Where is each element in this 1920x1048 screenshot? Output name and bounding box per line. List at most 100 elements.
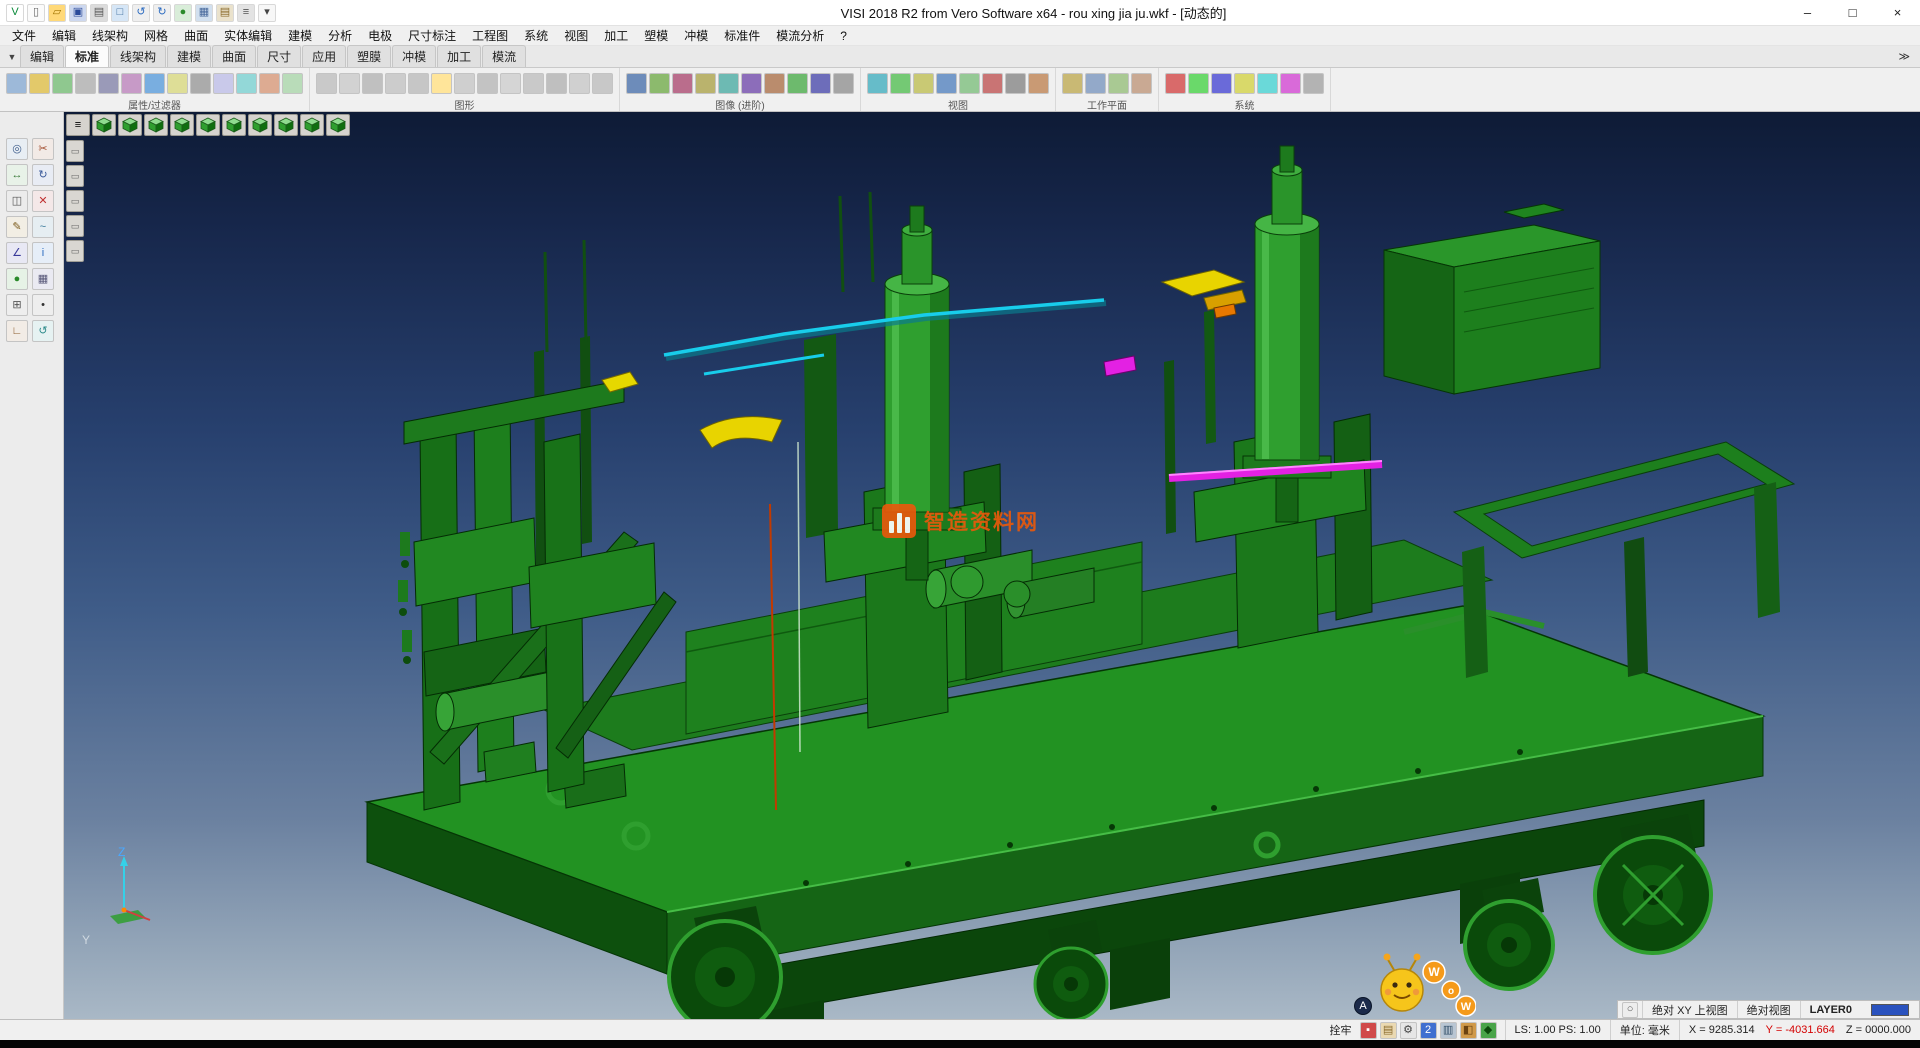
active-layer-label[interactable]: LAYER0 [1800, 1001, 1861, 1018]
cone-primitive-icon[interactable] [385, 73, 406, 94]
layer-filter-icon[interactable] [52, 73, 73, 94]
pager-icon[interactable]: ▭ [66, 140, 84, 162]
texture-icon[interactable] [649, 73, 670, 94]
view-bottom-icon[interactable] [248, 114, 272, 136]
pipe-icon[interactable] [500, 73, 521, 94]
view-menu-icon[interactable]: ≡ [66, 114, 90, 136]
view-iso-icon[interactable] [92, 114, 116, 136]
maximize-button[interactable]: □ [1830, 0, 1875, 26]
material-icon[interactable] [672, 73, 693, 94]
pager-icon[interactable]: ▭ [66, 165, 84, 187]
info-icon[interactable]: i [32, 242, 54, 264]
chamfer-icon[interactable] [592, 73, 613, 94]
quick-filter-icon[interactable] [259, 73, 280, 94]
print-status-icon[interactable]: ▥ [1440, 1022, 1457, 1039]
trim-icon[interactable]: ✂ [32, 138, 54, 160]
tab-dimension[interactable]: 尺寸 [257, 45, 301, 67]
dimension-icon[interactable]: ∠ [6, 242, 28, 264]
refresh-view-icon[interactable] [1028, 73, 1049, 94]
render-mode-icon[interactable]: ▦ [195, 4, 213, 22]
sketch-icon[interactable]: ✎ [6, 216, 28, 238]
pin-status-icon[interactable]: ▪ [1360, 1022, 1377, 1039]
print-icon[interactable]: ▤ [90, 4, 108, 22]
box-primitive-icon[interactable] [339, 73, 360, 94]
pager-icon[interactable]: ▭ [66, 240, 84, 262]
attributes-icon[interactable] [6, 73, 27, 94]
pages-status-icon[interactable]: 2 [1420, 1022, 1437, 1039]
tab-wireframe[interactable]: 线架构 [110, 45, 166, 67]
rotate-view-icon[interactable] [936, 73, 957, 94]
tab-application[interactable]: 应用 [302, 45, 346, 67]
menu-item[interactable]: 系统 [516, 27, 556, 44]
options-icon[interactable]: ≡ [237, 4, 255, 22]
multi-window-icon[interactable] [1005, 73, 1026, 94]
close-button[interactable]: × [1875, 0, 1920, 26]
view-back-icon[interactable] [170, 114, 194, 136]
cad-model-canvas[interactable] [64, 112, 1920, 1019]
tab-standard[interactable]: 标准 [65, 45, 109, 67]
tab-modeling[interactable]: 建模 [167, 45, 211, 67]
delete-icon[interactable]: ✕ [32, 190, 54, 212]
system-info-icon[interactable] [1303, 73, 1324, 94]
view-shaded-icon[interactable] [326, 114, 350, 136]
visi-logo[interactable]: V [6, 4, 24, 22]
pager-icon[interactable]: ▭ [66, 215, 84, 237]
mirror-icon[interactable]: ◫ [6, 190, 28, 212]
world-icon[interactable]: ● [174, 4, 192, 22]
active-color-swatch[interactable] [1871, 1004, 1909, 1016]
selection-filter-icon[interactable] [236, 73, 257, 94]
fillet-icon[interactable] [569, 73, 590, 94]
menu-item[interactable]: 尺寸标注 [400, 27, 464, 44]
move-icon[interactable]: ↔ [6, 164, 28, 186]
render-icon[interactable] [626, 73, 647, 94]
snap-grid-icon[interactable]: ⊞ [6, 294, 28, 316]
system-palette-icon[interactable] [1165, 73, 1186, 94]
cube-status-icon[interactable]: ◆ [1480, 1022, 1497, 1039]
menu-item[interactable]: 网格 [136, 27, 176, 44]
system-macro-icon[interactable] [1280, 73, 1301, 94]
workplane-3points-icon[interactable] [1108, 73, 1129, 94]
menu-item[interactable]: 建模 [280, 27, 320, 44]
menu-item[interactable]: 文件 [4, 27, 44, 44]
menu-item[interactable]: 分析 [320, 27, 360, 44]
pager-icon[interactable]: ▭ [66, 190, 84, 212]
pin-label[interactable]: 拴牢 [1330, 1022, 1352, 1038]
absolute-view-label[interactable]: 绝对视图 [1737, 1001, 1800, 1018]
previous-view-icon[interactable] [959, 73, 980, 94]
thickness-icon[interactable] [98, 73, 119, 94]
menu-item[interactable]: ? [832, 29, 855, 43]
measure-icon[interactable]: ∟ [6, 320, 28, 342]
palette-status-icon[interactable]: ◧ [1460, 1022, 1477, 1039]
menu-item[interactable]: 标准件 [716, 27, 768, 44]
view-axonometric-icon[interactable] [274, 114, 298, 136]
system-grid-icon[interactable] [1188, 73, 1209, 94]
gear-icon[interactable]: ⚙ [1400, 1022, 1417, 1039]
tab-machining[interactable]: 加工 [437, 45, 481, 67]
menu-item[interactable]: 实体编辑 [216, 27, 280, 44]
extrude-icon[interactable] [431, 73, 452, 94]
layers-icon[interactable]: ▤ [216, 4, 234, 22]
visibility-icon[interactable] [167, 73, 188, 94]
menu-item[interactable]: 曲面 [176, 27, 216, 44]
pan-icon[interactable] [913, 73, 934, 94]
color-filter-icon[interactable] [29, 73, 50, 94]
menu-item[interactable]: 线架构 [84, 27, 136, 44]
preview-icon[interactable]: □ [111, 4, 129, 22]
cylinder-primitive-icon[interactable] [316, 73, 337, 94]
rotate-icon[interactable]: ↻ [32, 164, 54, 186]
zoom-all-icon[interactable] [867, 73, 888, 94]
menu-item[interactable]: 电极 [360, 27, 400, 44]
torus-primitive-icon[interactable] [408, 73, 429, 94]
workplane-view-icon[interactable] [1131, 73, 1152, 94]
view-top-icon[interactable] [118, 114, 142, 136]
view-front-icon[interactable] [144, 114, 168, 136]
named-views-icon[interactable] [982, 73, 1003, 94]
group-icon[interactable] [144, 73, 165, 94]
new-file-icon[interactable]: ▯ [27, 4, 45, 22]
curve-edit-icon[interactable]: ~ [32, 216, 54, 238]
redo-icon[interactable]: ↻ [153, 4, 171, 22]
shade-toggle-icon[interactable]: ● [6, 268, 28, 290]
view-right-icon[interactable] [222, 114, 246, 136]
workplane-entity-icon[interactable] [1085, 73, 1106, 94]
unblank-icon[interactable] [213, 73, 234, 94]
